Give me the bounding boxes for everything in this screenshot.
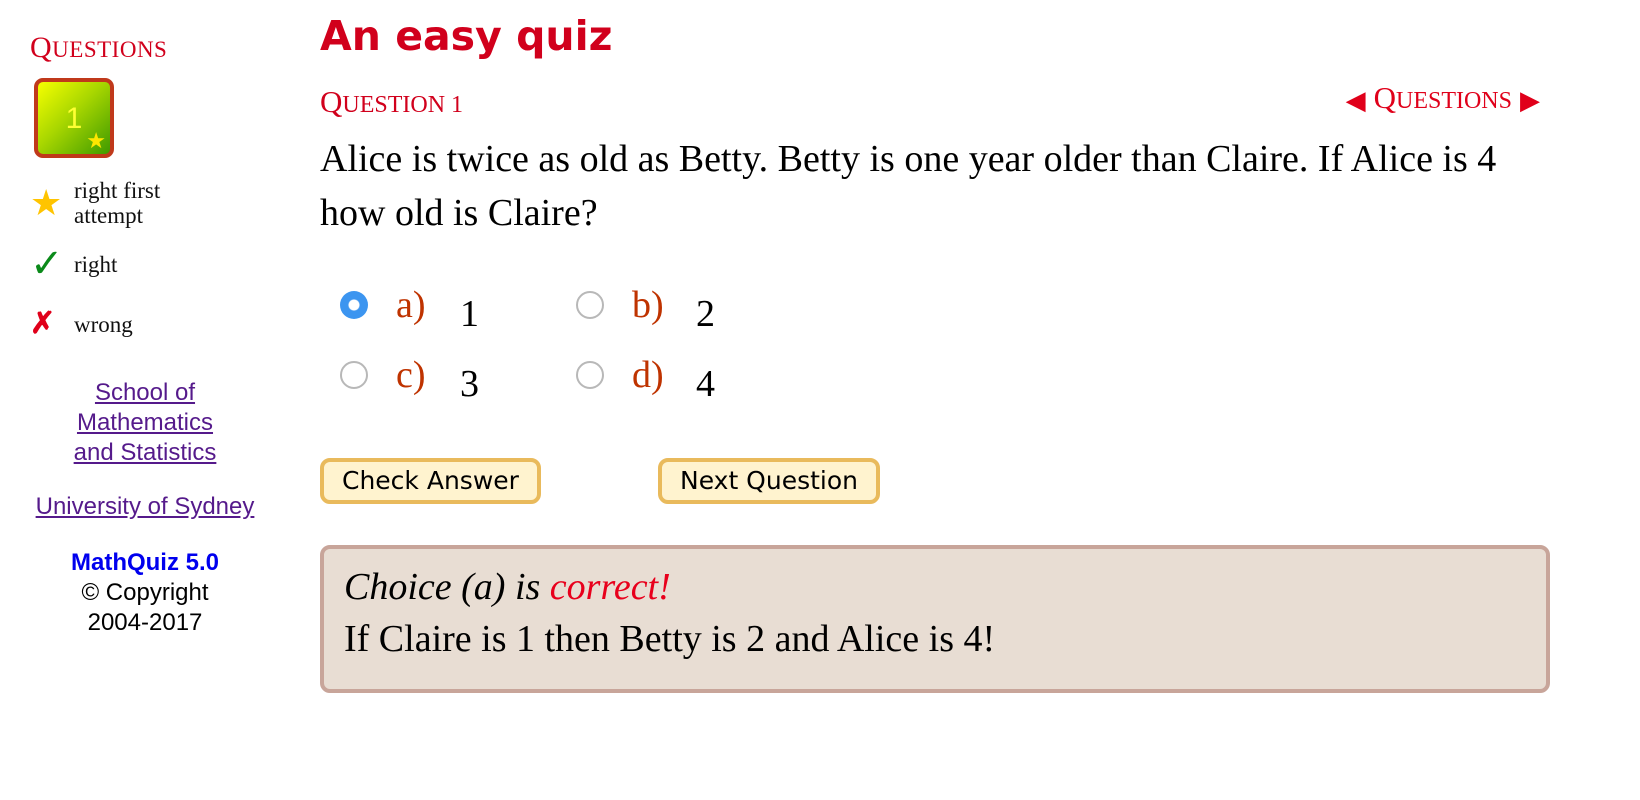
feedback-verdict: correct! — [549, 566, 671, 608]
star-icon: ★ — [86, 128, 106, 153]
choice-value: 2 — [696, 293, 715, 335]
cross-icon: ✗ — [30, 307, 56, 340]
choice-b[interactable]: b) 2 — [576, 274, 715, 336]
next-question-button[interactable]: Next Question — [658, 458, 881, 504]
legend-right: ✓ right — [30, 241, 194, 286]
question-label: QUESTION 1 — [320, 84, 464, 119]
legend-label: wrong — [74, 311, 133, 337]
school-link[interactable]: School of Mathematics and Statistics — [30, 378, 260, 468]
feedback-panel: Choice (a) is correct! If Claire is 1 th… — [320, 545, 1550, 693]
choice-d[interactable]: d) 4 — [576, 344, 715, 406]
question-nav: ◀ QUESTIONS ▶ — [1346, 80, 1540, 122]
choice-letter: c) — [396, 354, 426, 396]
footer: MathQuiz 5.0 © Copyright 2004-2017 — [30, 548, 260, 638]
copyright-years: 2004-2017 — [87, 609, 203, 636]
mathquiz-version: MathQuiz 5.0 — [70, 549, 220, 576]
questions-nav-label[interactable]: QUESTIONS — [1374, 80, 1512, 122]
choice-c[interactable]: c) 3 — [340, 344, 479, 406]
prev-question-arrow-icon[interactable]: ◀ — [1346, 83, 1366, 119]
choice-letter: a) — [396, 284, 426, 326]
questions-heading: QUESTIONS — [30, 31, 168, 64]
question-1-button[interactable]: 1 ★ — [34, 78, 114, 158]
check-icon: ✓ — [30, 241, 64, 286]
legend-label: right — [74, 251, 118, 277]
radio-button-selected[interactable] — [340, 291, 368, 319]
university-link[interactable]: University of Sydney — [30, 492, 260, 522]
legend-right-first-attempt: ★ right first attempt — [30, 178, 194, 228]
feedback-explanation: If Claire is 1 then Betty is 2 and Alice… — [344, 618, 996, 660]
quiz-title: An easy quiz — [320, 12, 613, 60]
radio-button[interactable] — [576, 361, 604, 389]
choice-value: 4 — [696, 363, 715, 405]
legend-label: right first attempt — [74, 178, 161, 228]
copyright-text: © Copyright — [81, 579, 209, 606]
question-text: Alice is twice as old as Betty. Betty is… — [320, 138, 1497, 234]
choice-letter: b) — [632, 284, 664, 326]
radio-button[interactable] — [576, 291, 604, 319]
next-question-arrow-icon[interactable]: ▶ — [1520, 83, 1540, 119]
sidebar: QUESTIONS 1 ★ ★ right first attempt ✓ ri… — [30, 28, 270, 636]
check-answer-button[interactable]: Check Answer — [320, 458, 541, 504]
choice-letter: d) — [632, 354, 664, 396]
legend-wrong: ✗ wrong — [30, 306, 194, 342]
choice-a[interactable]: a) 1 — [340, 274, 479, 336]
choice-value: 3 — [460, 363, 479, 405]
radio-button[interactable] — [340, 361, 368, 389]
star-icon: ★ — [30, 183, 63, 223]
choice-value: 1 — [460, 293, 479, 335]
feedback-result: Choice (a) is correct! — [344, 566, 671, 608]
